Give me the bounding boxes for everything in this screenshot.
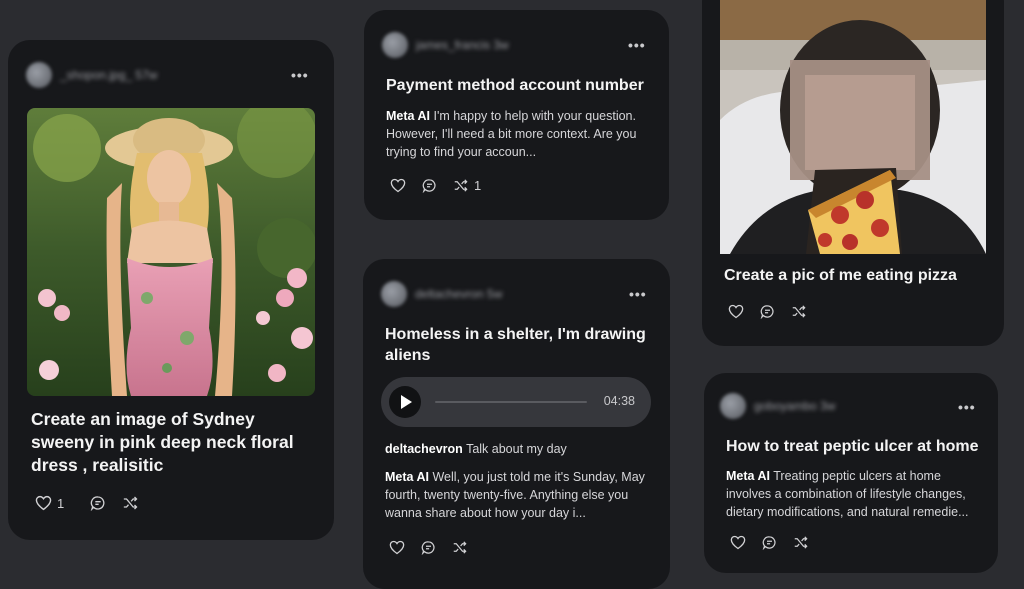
post-actions: 1 [35, 495, 139, 511]
response-label: Meta AI [386, 109, 430, 123]
heart-icon [390, 178, 406, 193]
avatar[interactable] [26, 62, 52, 88]
post-author[interactable]: goboyambo 3w [720, 393, 835, 419]
ai-response: Meta AI Well, you just told me it's Sund… [385, 468, 651, 522]
remix-count: 1 [474, 178, 482, 193]
heart-icon [35, 495, 52, 511]
like-button[interactable] [730, 535, 746, 550]
comment-icon [421, 541, 435, 555]
remix-button[interactable] [122, 495, 139, 511]
like-button[interactable]: 1 [35, 495, 64, 511]
post-actions [728, 304, 807, 319]
comment-button[interactable] [760, 304, 775, 319]
user-text: Talk about my day [466, 442, 567, 456]
play-icon [401, 395, 412, 409]
ai-response: Meta AI I'm happy to help with your ques… [386, 107, 648, 161]
response-label: Meta AI [385, 470, 429, 484]
avatar[interactable] [382, 32, 408, 58]
username[interactable]: james_francis 3w [416, 38, 509, 52]
shuffle-icon [124, 496, 138, 510]
play-button[interactable] [389, 386, 421, 418]
like-button[interactable] [728, 304, 744, 319]
shuffle-icon [453, 541, 467, 554]
comment-icon [90, 496, 105, 511]
comment-icon [422, 179, 436, 193]
comment-button[interactable] [90, 495, 106, 511]
avatar[interactable] [720, 393, 746, 419]
post-card[interactable]: Create a pic of me eating pizza [702, 0, 1004, 346]
comment-icon [762, 536, 776, 550]
post-title[interactable]: Payment method account number [386, 76, 656, 97]
post-actions [389, 540, 468, 555]
post-actions [730, 535, 809, 550]
post-title[interactable]: Create a pic of me eating pizza [724, 266, 994, 287]
more-icon[interactable]: ••• [629, 287, 647, 301]
like-count: 1 [57, 495, 65, 511]
shuffle-icon [794, 536, 808, 549]
heart-icon [728, 304, 744, 319]
more-icon[interactable]: ••• [291, 68, 309, 82]
post-title[interactable]: How to treat peptic ulcer at home [726, 437, 988, 458]
post-actions: 1 [390, 178, 481, 193]
like-button[interactable] [390, 178, 406, 193]
post-author[interactable]: james_francis 3w [382, 32, 509, 58]
post-card[interactable]: _shopon.jpg_ 57w ••• Create an image of … [8, 40, 334, 540]
remix-button[interactable] [791, 304, 807, 319]
post-card[interactable]: james_francis 3w ••• Payment method acco… [364, 10, 669, 220]
audio-duration: 04:38 [603, 394, 635, 408]
username[interactable]: _shopon.jpg_ 57w [60, 68, 157, 82]
response-label: Meta AI [726, 469, 770, 483]
heart-icon [730, 535, 746, 550]
audio-progress[interactable] [435, 401, 587, 403]
remix-button[interactable] [452, 540, 468, 555]
comment-button[interactable] [762, 535, 777, 550]
post-card[interactable]: deltachevron 5w ••• Homeless in a shelte… [363, 259, 670, 589]
remix-button[interactable] [793, 535, 809, 550]
post-author[interactable]: deltachevron 5w [381, 281, 502, 307]
comment-button[interactable] [422, 178, 437, 193]
shuffle-icon [792, 305, 806, 318]
comment-icon [760, 305, 774, 319]
user-message: deltachevron Talk about my day [385, 440, 651, 458]
shuffle-icon [454, 179, 468, 192]
post-title[interactable]: Homeless in a shelter, I'm drawing alien… [385, 325, 657, 367]
username[interactable]: deltachevron 5w [415, 287, 502, 301]
ai-response: Meta AI Treating peptic ulcers at home i… [726, 467, 982, 521]
avatar[interactable] [381, 281, 407, 307]
remix-button[interactable]: 1 [453, 178, 481, 193]
post-author[interactable]: _shopon.jpg_ 57w [26, 62, 157, 88]
comment-button[interactable] [421, 540, 436, 555]
user-label: deltachevron [385, 442, 463, 456]
post-title[interactable]: Create an image of Sydney sweeny in pink… [31, 408, 309, 476]
more-icon[interactable]: ••• [628, 38, 646, 52]
audio-player[interactable]: 04:38 [381, 377, 651, 427]
post-image[interactable] [720, 0, 986, 254]
post-image[interactable] [27, 108, 315, 396]
like-button[interactable] [389, 540, 405, 555]
heart-icon [389, 540, 405, 555]
more-icon[interactable]: ••• [958, 400, 976, 414]
post-card[interactable]: goboyambo 3w ••• How to treat peptic ulc… [704, 373, 998, 573]
username[interactable]: goboyambo 3w [754, 399, 835, 413]
